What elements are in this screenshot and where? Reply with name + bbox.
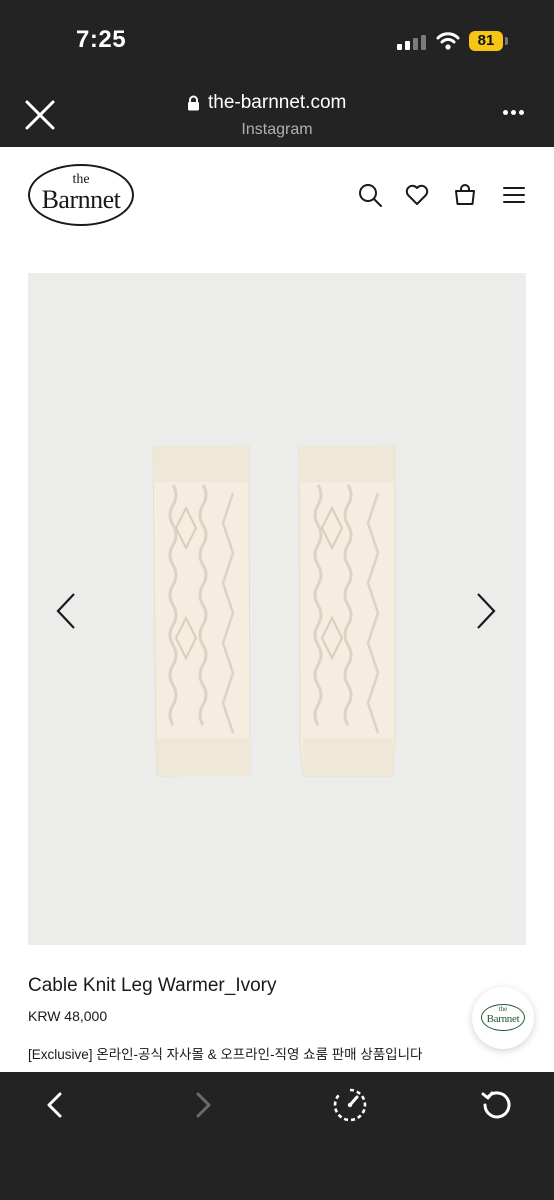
source-label: Instagram bbox=[241, 121, 313, 138]
url-text[interactable]: the-barnnet.com bbox=[208, 92, 346, 114]
lock-icon bbox=[188, 95, 199, 111]
search-icon[interactable] bbox=[357, 182, 383, 208]
product-photo bbox=[152, 445, 396, 777]
badge-logo-the: the bbox=[498, 1005, 508, 1013]
floating-chat-button[interactable]: the Barnnet bbox=[472, 987, 534, 1049]
battery-tip bbox=[505, 37, 508, 45]
cellular-signal-icon bbox=[397, 34, 427, 50]
battery-icon: 81 bbox=[469, 31, 503, 51]
leg-warmer-right bbox=[298, 445, 396, 777]
wifi-icon bbox=[436, 32, 460, 50]
leg-warmer-left bbox=[152, 445, 251, 777]
carousel-prev-icon[interactable] bbox=[54, 591, 78, 631]
product-image-carousel[interactable] bbox=[28, 273, 526, 945]
site-header: the Barnnet bbox=[0, 147, 554, 247]
barnnet-logo[interactable]: the Barnnet bbox=[28, 164, 134, 226]
speed-icon[interactable] bbox=[333, 1088, 367, 1122]
more-icon[interactable] bbox=[500, 108, 528, 118]
menu-icon[interactable] bbox=[501, 182, 527, 208]
browser-header: the-barnnet.com Instagram bbox=[0, 80, 554, 147]
browser-toolbar bbox=[0, 1072, 554, 1200]
browser-chrome: 7:25 81 the-barnnet.com Instagram bbox=[0, 0, 554, 147]
back-icon[interactable] bbox=[38, 1088, 72, 1122]
status-bar: 7:25 81 bbox=[0, 0, 554, 80]
reload-icon[interactable] bbox=[480, 1088, 514, 1122]
carousel-next-icon[interactable] bbox=[474, 591, 498, 631]
status-time: 7:25 bbox=[76, 26, 127, 53]
product-description: [Exclusive] 온라인-공식 자사몰 & 오프라인-직영 쇼룸 판매 상… bbox=[28, 1047, 423, 1062]
product-price: KRW 48,000 bbox=[28, 1008, 108, 1024]
logo-name: Barnnet bbox=[41, 185, 121, 214]
badge-logo-name: Barnnet bbox=[486, 1013, 520, 1025]
shopping-bag-icon[interactable] bbox=[452, 182, 478, 208]
forward-icon[interactable] bbox=[186, 1088, 220, 1122]
product-title: Cable Knit Leg Warmer_Ivory bbox=[28, 975, 277, 996]
badge-logo: the Barnnet bbox=[481, 1004, 525, 1031]
heart-icon[interactable] bbox=[404, 182, 430, 208]
